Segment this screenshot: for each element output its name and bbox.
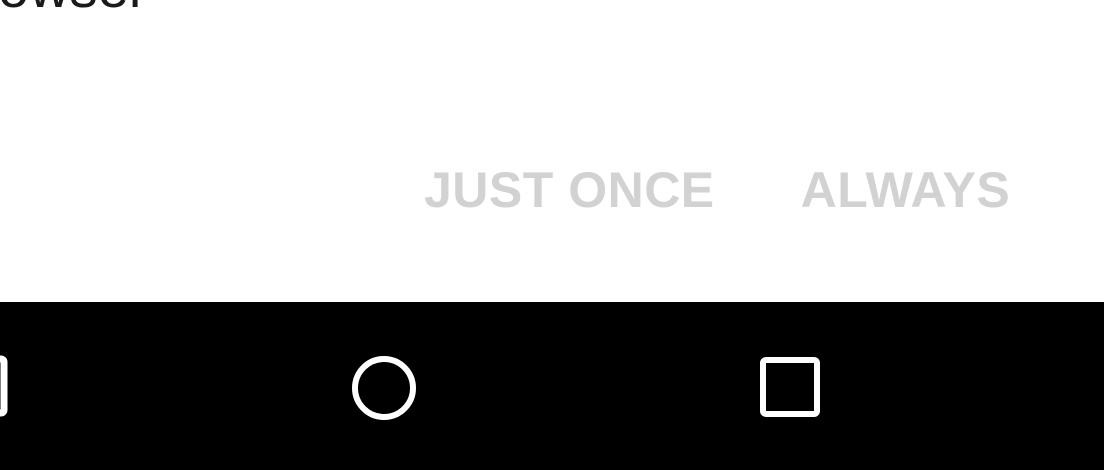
open-with-dialog: owser JUST ONCE ALWAYS <box>0 0 1104 302</box>
home-circle-icon <box>352 356 416 420</box>
home-button[interactable] <box>350 354 418 422</box>
dialog-actions: JUST ONCE ALWAYS <box>424 165 1010 215</box>
just-once-button[interactable]: JUST ONCE <box>424 165 715 215</box>
navigation-bar <box>0 302 1104 470</box>
recents-square-icon <box>760 357 820 417</box>
back-triangle-icon <box>0 355 8 417</box>
browser-option-label[interactable]: owser <box>0 0 147 16</box>
always-button[interactable]: ALWAYS <box>801 165 1011 215</box>
recents-button[interactable] <box>759 356 821 418</box>
back-button[interactable] <box>0 355 8 417</box>
screen: owser JUST ONCE ALWAYS <box>0 0 1104 470</box>
